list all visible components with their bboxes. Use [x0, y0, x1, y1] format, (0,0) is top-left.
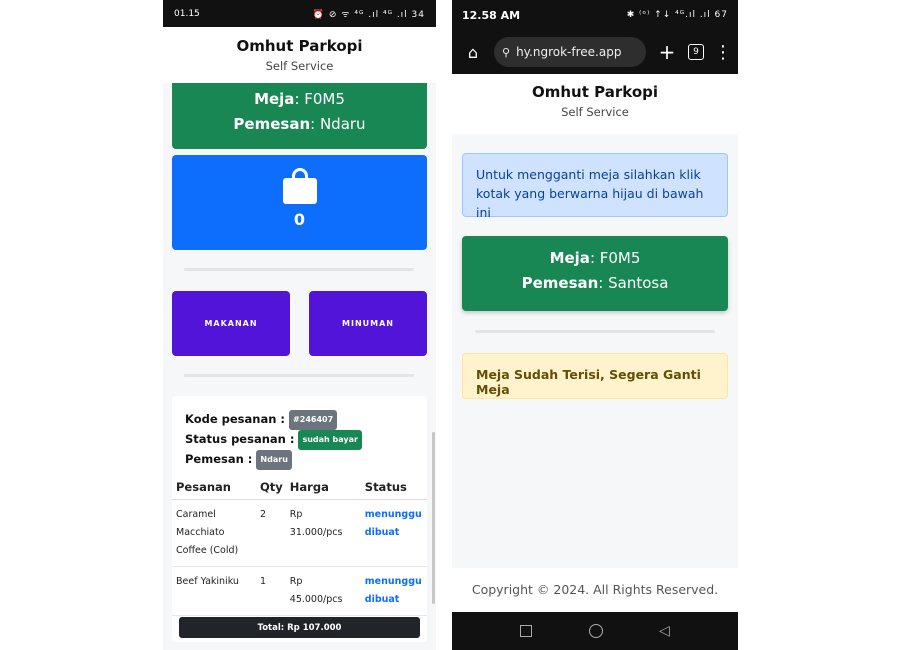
pemesan-label: Pemesan [521, 274, 599, 292]
category-makanan-button[interactable]: MAKANAN [172, 291, 290, 356]
col-status: Status [360, 476, 427, 500]
divider [184, 374, 414, 377]
status-icons: ⏰ ⊘ ᯤ ⁴ᴳ .ıl ⁴ᴳ .ıl 34 [312, 10, 425, 20]
divider [184, 268, 414, 271]
order-card: Kode pesanan : #246407 Status pesanan : … [172, 396, 427, 642]
item-price: Rp 45.000/pcs [285, 566, 361, 616]
status-time: 12.58 AM [462, 8, 521, 22]
phone-screen-left: 01.15 ⏰ ⊘ ᯤ ⁴ᴳ .ıl ⁴ᴳ .ıl 34 Omhut Parko… [163, 0, 436, 650]
info-alert: Untuk mengganti meja silahkan klik kotak… [462, 153, 728, 220]
phone-screen-right: 12.58 AM ✱ ⁽ᵒ⁾ ↑↓ ⁴ᴳ.ıl .ıl 67 ⌂ ⚲ hy.ng… [452, 0, 738, 650]
brand-title: Omhut Parkopi [236, 37, 363, 55]
pemesan-label: Pemesan [233, 115, 311, 133]
order-status-label: Status pesanan : [185, 432, 295, 446]
table-row: Caramel Macchiato Coffee (Cold) 2 Rp 31.… [172, 499, 427, 567]
category-label: MINUMAN [342, 319, 394, 328]
item-qty: 1 [256, 566, 286, 616]
table-card[interactable]: Meja: F0M5 Pemesan: Santosa [462, 236, 728, 311]
item-status: menunggu dibuat [360, 499, 427, 567]
url-text: hy.ngrok-free.app [516, 45, 622, 59]
cart-count: 0 [293, 210, 306, 229]
pemesan-value: : Ndaru [310, 115, 366, 133]
cart-button[interactable]: 0 [172, 155, 427, 250]
order-items-table: Pesanan Qty Harga Status Caramel Macchia… [172, 476, 427, 616]
menu-dots-icon[interactable]: ⋮ [714, 42, 732, 63]
item-name: Caramel Macchiato Coffee (Cold) [172, 499, 256, 567]
col-qty: Qty [256, 476, 286, 500]
meja-label: Meja [549, 249, 590, 267]
brand-tagline: Self Service [265, 59, 334, 73]
shopping-bag-icon [282, 168, 317, 204]
order-status-badge: sudah bayar [298, 430, 362, 450]
status-icons: ✱ ⁽ᵒ⁾ ↑↓ ⁴ᴳ.ıl .ıl 67 [626, 10, 728, 20]
footer: Copyright © 2024. All Rights Reserved. [452, 568, 738, 612]
item-price: Rp 31.000/pcs [285, 499, 361, 567]
app-header: Omhut Parkopi Self Service [452, 74, 738, 134]
item-qty: 2 [256, 499, 286, 567]
home-icon[interactable]: ⌂ [462, 43, 484, 62]
app-header: Omhut Parkopi Self Service [163, 27, 436, 83]
order-code-label: Kode pesanan : [185, 412, 286, 426]
category-minuman-button[interactable]: MINUMAN [309, 291, 427, 356]
brand-title: Omhut Parkopi [532, 83, 658, 101]
meja-value: : F0M5 [294, 90, 345, 108]
android-nav-bar: ◁ [452, 612, 738, 650]
status-bar: 12.58 AM ✱ ⁽ᵒ⁾ ↑↓ ⁴ᴳ.ıl .ıl 67 [452, 0, 738, 30]
col-pesanan: Pesanan [172, 476, 256, 500]
address-bar[interactable]: ⚲ hy.ngrok-free.app [494, 37, 646, 67]
table-card[interactable]: Meja: F0M5 Pemesan: Ndaru [172, 83, 427, 149]
col-harga: Harga [285, 476, 361, 500]
table-header-row: Pesanan Qty Harga Status [172, 476, 427, 500]
warning-alert: Meja Sudah Terisi, Segera Ganti Meja [462, 353, 728, 399]
meja-value: : F0M5 [589, 249, 641, 267]
brand-tagline: Self Service [561, 105, 629, 119]
table-row: Beef Yakiniku 1 Rp 45.000/pcs menunggu d… [172, 566, 427, 616]
scrollbar[interactable] [432, 432, 435, 604]
divider [475, 330, 715, 333]
total-bar: Total: Rp 107.000 [179, 617, 420, 638]
new-tab-icon[interactable]: + [656, 40, 678, 64]
order-customer-badge: Ndaru [256, 450, 292, 470]
browser-toolbar: ⌂ ⚲ hy.ngrok-free.app + 9 ⋮ [452, 30, 738, 74]
category-label: MAKANAN [204, 319, 258, 328]
pemesan-value: : Santosa [598, 274, 669, 292]
tab-switcher-icon[interactable]: 9 [688, 44, 704, 60]
recent-apps-icon[interactable] [520, 625, 533, 637]
site-settings-icon[interactable]: ⚲ [502, 46, 510, 59]
status-bar: 01.15 ⏰ ⊘ ᯤ ⁴ᴳ .ıl ⁴ᴳ .ıl 34 [163, 0, 436, 27]
back-icon[interactable]: ◁ [659, 623, 670, 639]
status-time: 01.15 [174, 8, 200, 19]
item-status: menunggu dibuat [360, 566, 427, 616]
order-customer-label: Pemesan : [185, 452, 253, 466]
item-name: Beef Yakiniku [172, 566, 256, 616]
meja-label: Meja [254, 90, 295, 108]
order-code-badge: #246407 [289, 410, 338, 430]
home-button-icon[interactable] [588, 624, 603, 638]
